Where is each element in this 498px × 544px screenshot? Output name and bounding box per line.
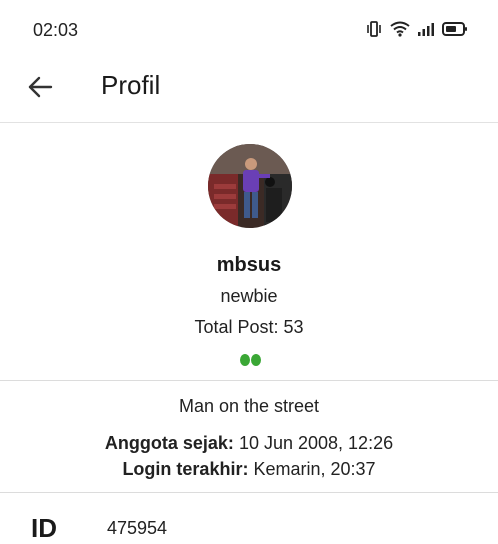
user-rank: newbie <box>220 286 278 306</box>
user-title: Man on the street <box>178 396 320 416</box>
arrow-left-icon <box>28 76 53 98</box>
id-label: ID <box>31 513 57 543</box>
last-login-label: Login terakhir: <box>122 459 249 479</box>
signal-icon <box>418 21 434 37</box>
member-since: Anggota sejak: 10 Jun 2008, 12:26 <box>0 433 498 454</box>
total-post: Total Post: 53 <box>194 317 304 337</box>
status-icons <box>366 21 468 37</box>
back-button[interactable] <box>24 70 58 104</box>
battery-icon <box>442 21 468 37</box>
wifi-icon <box>390 21 410 37</box>
avatar-photo <box>208 144 292 228</box>
app-bar: Profil <box>0 60 498 123</box>
divider <box>0 492 498 493</box>
member-since-label: Anggota sejak: <box>104 433 234 453</box>
status-time: 02:03 <box>33 20 79 40</box>
reputation-dot <box>251 354 261 366</box>
username: mbsus <box>216 254 282 276</box>
avatar[interactable] <box>208 144 292 228</box>
vibrate-icon <box>366 21 382 37</box>
last-login-value: Kemarin, 20:37 <box>253 459 376 479</box>
member-since-value: 10 Jun 2008, 12:26 <box>238 433 394 453</box>
id-value: 475954 <box>107 518 168 538</box>
status-bar: 02:03 <box>0 0 498 60</box>
last-login: Login terakhir: Kemarin, 20:37 <box>0 459 498 480</box>
page-title: Profil <box>101 70 161 100</box>
divider <box>0 380 498 381</box>
reputation-dot <box>240 354 250 366</box>
reputation-indicator <box>240 354 261 366</box>
